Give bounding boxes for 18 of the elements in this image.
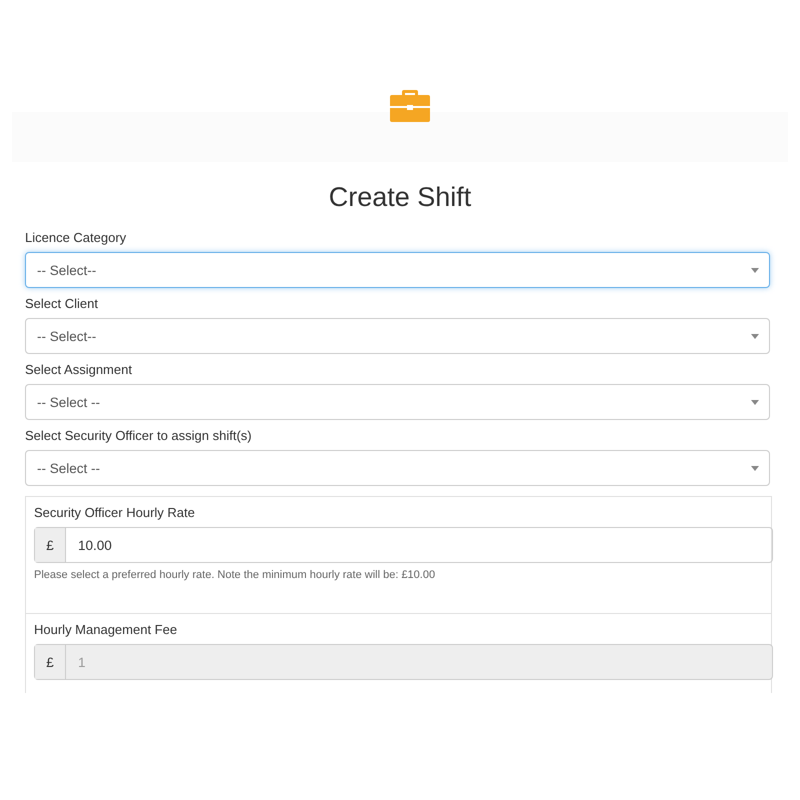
select-field[interactable]: -- Select--: [25, 318, 770, 354]
field-label: Licence Category: [25, 230, 128, 245]
help-text: Please select a preferred hourly rate. Note the minimum hourly rate will be: £10.00: [34, 569, 436, 581]
field-label: Select Assignment: [25, 362, 133, 377]
field-label: Select Security Officer to assign shift(s): [25, 428, 253, 443]
caret-icon: [751, 466, 759, 470]
caret-icon: [751, 268, 759, 272]
field-label: Security Officer Hourly Rate: [34, 505, 196, 520]
briefcase-icon: [390, 90, 430, 122]
select-field[interactable]: -- Select --: [25, 384, 770, 420]
caret-icon: [751, 400, 759, 404]
field-label: Hourly Management Fee: [34, 622, 178, 637]
field-label: Select Client: [25, 296, 99, 311]
caret-icon: [751, 334, 759, 338]
select-field[interactable]: -- Select--: [25, 252, 770, 288]
currency-input[interactable]: £ 10.00: [34, 527, 773, 563]
select-field[interactable]: -- Select --: [25, 450, 770, 486]
page-title: Create Shift: [328, 182, 472, 213]
